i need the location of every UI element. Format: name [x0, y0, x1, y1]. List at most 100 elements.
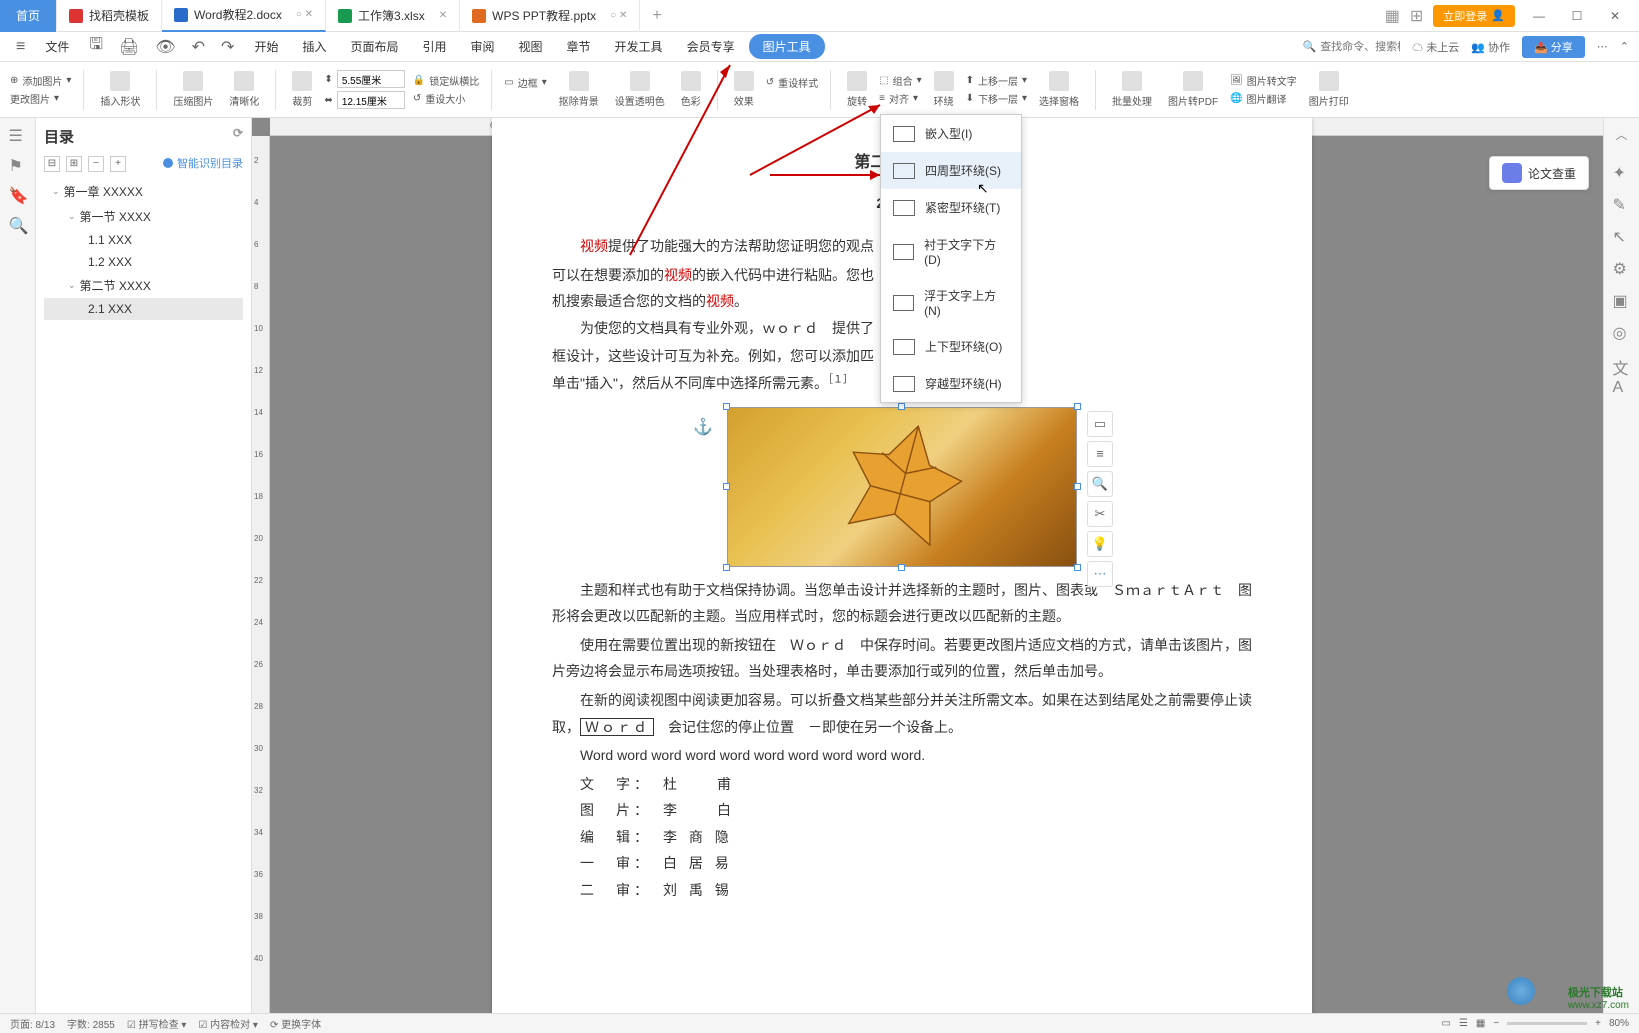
send-backward[interactable]: ⬇ 下移一层 ▾ [966, 91, 1027, 106]
resize-handle[interactable] [723, 403, 730, 410]
login-button[interactable]: 立即登录👤 [1433, 5, 1515, 27]
word-count[interactable]: 字数: 2855 [67, 1016, 115, 1031]
color[interactable]: 色彩 [677, 71, 705, 108]
width-input[interactable] [337, 70, 405, 88]
zoom-in[interactable]: + [1595, 1018, 1601, 1029]
tab-excel[interactable]: 工作簿3.xlsx✕ [326, 0, 460, 32]
effect[interactable]: 效果 [730, 71, 758, 108]
menu-file[interactable]: 文件 [35, 34, 79, 59]
remove-bg[interactable]: 抠除背景 [555, 71, 603, 108]
tab-home[interactable]: 首页 [0, 0, 57, 32]
batch[interactable]: 批量处理 [1108, 71, 1156, 108]
print-icon[interactable]: 🖨 [113, 37, 145, 57]
minimize-button[interactable]: — [1525, 9, 1553, 23]
sharpen-image[interactable]: 清晰化 [225, 71, 263, 108]
flag-icon[interactable]: ⚑ [9, 156, 27, 174]
wrap-option[interactable]: 紧密型环绕(T) [881, 189, 1021, 226]
grid-icon[interactable]: ▦ [1385, 6, 1400, 26]
undo-icon[interactable]: ↶ [186, 37, 211, 57]
menu-references[interactable]: 引用 [412, 34, 456, 59]
wrap-option[interactable]: 穿越型环绕(H) [881, 365, 1021, 402]
reset-style[interactable]: ↺ 重设样式 [766, 75, 818, 90]
selection-pane[interactable]: 选择窗格 [1035, 71, 1083, 108]
resize-handle[interactable] [1074, 564, 1081, 571]
wrap-option[interactable]: 嵌入型(I) [881, 115, 1021, 152]
more-icon[interactable]: ⋯ [1597, 40, 1608, 53]
zoom-level[interactable]: 80% [1609, 1018, 1629, 1029]
toc-item[interactable]: ⌄第二节 XXXX [44, 273, 243, 298]
tab-close[interactable]: ✕ [439, 10, 447, 21]
settings-icon[interactable]: ⚙ [1613, 259, 1631, 277]
content-check[interactable]: ☑ 内容检对 ▾ [198, 1016, 258, 1031]
crop-tool-icon[interactable]: ✂ [1087, 501, 1113, 527]
toc-item[interactable]: 2.1 XXX [44, 298, 243, 320]
to-pdf[interactable]: 图片转PDF [1164, 71, 1222, 108]
vertical-ruler[interactable]: 246810121416182022242628303234363840 [252, 136, 270, 1013]
resize-handle[interactable] [898, 564, 905, 571]
resize-handle[interactable] [1074, 483, 1081, 490]
print-image[interactable]: 图片打印 [1305, 71, 1353, 108]
tab-ppt[interactable]: WPS PPT教程.pptx○ ✕ [460, 0, 640, 32]
view-mode-icon[interactable]: ▦ [1476, 1018, 1485, 1029]
cloud-status[interactable]: ☁ 未上云 [1412, 39, 1459, 55]
zoom-slider[interactable] [1507, 1022, 1587, 1025]
preview-icon[interactable]: 👁 [149, 37, 181, 57]
expand-all[interactable]: ⊞ [66, 156, 82, 172]
menu-insert[interactable]: 插入 [292, 34, 336, 59]
apps-icon[interactable]: ⊞ [1410, 6, 1423, 26]
insert-shape[interactable]: 插入形状 [96, 71, 144, 108]
toc-item[interactable]: ⌄第一章 XXXXX [44, 179, 243, 204]
menu-review[interactable]: 审阅 [461, 34, 505, 59]
outline-icon[interactable]: ☰ [9, 126, 27, 144]
wrap-option[interactable]: 浮于文字上方(N) [881, 277, 1021, 328]
height-input[interactable] [337, 91, 405, 109]
compress-image[interactable]: 压缩图片 [169, 71, 217, 108]
toc-item[interactable]: 1.1 XXX [44, 229, 243, 251]
menu-dev[interactable]: 开发工具 [605, 34, 673, 59]
crop[interactable]: 裁剪 [288, 71, 316, 108]
toc-expand[interactable]: + [110, 156, 126, 172]
to-text[interactable]: 🖼 图片转文字 [1230, 73, 1297, 88]
combine[interactable]: ⬚ 组合 ▾ [879, 73, 921, 88]
more-tool-icon[interactable]: ⋯ [1087, 561, 1113, 587]
tab-add[interactable]: + [640, 7, 673, 25]
layout-tool-icon[interactable]: ≡ [1087, 441, 1113, 467]
tab-close[interactable]: ○ ✕ [296, 9, 313, 20]
collapse-icon[interactable]: ︿ [1615, 126, 1627, 143]
expand-icon[interactable]: ⌃ [1620, 40, 1629, 53]
change-image[interactable]: 更改图片 ▾ [10, 91, 71, 106]
reset-size[interactable]: ↺ 重设大小 [413, 91, 479, 106]
menu-view[interactable]: 视图 [509, 34, 553, 59]
add-image[interactable]: ⊕ 添加图片 ▾ [10, 73, 71, 88]
smart-toc[interactable]: 智能识别目录 [163, 155, 243, 171]
menu-layout[interactable]: 页面布局 [340, 34, 408, 59]
rotate[interactable]: 旋转 [843, 71, 871, 108]
search-input[interactable] [1320, 41, 1400, 53]
border[interactable]: ▭ 边框 ▾ [504, 75, 546, 90]
layers-icon[interactable]: ▣ [1613, 291, 1631, 309]
page-indicator[interactable]: 页面: 8/13 [10, 1016, 55, 1031]
resize-handle[interactable] [723, 564, 730, 571]
toc-item[interactable]: ⌄第一节 XXXX [44, 204, 243, 229]
sparkle-icon[interactable]: ✦ [1613, 163, 1631, 181]
refresh-icon[interactable]: ⟳ [233, 126, 243, 147]
resize-handle[interactable] [723, 483, 730, 490]
tab-close[interactable]: ○ ✕ [610, 10, 627, 21]
wrap-option[interactable]: 四周型环绕(S) [881, 152, 1021, 189]
cursor-icon[interactable]: ↖ [1613, 227, 1631, 245]
toc-collapse[interactable]: − [88, 156, 104, 172]
collab-button[interactable]: 👥 协作 [1471, 39, 1510, 55]
menu-chapter[interactable]: 章节 [557, 34, 601, 59]
menu-icon[interactable]: ≡ [10, 38, 31, 56]
zoom-tool-icon[interactable]: 🔍 [1087, 471, 1113, 497]
translate[interactable]: 🌐 图片翻译 [1230, 91, 1297, 106]
command-search[interactable]: 🔍 [1302, 40, 1400, 53]
lock-ratio[interactable]: 🔒 锁定纵横比 [413, 73, 479, 88]
image-selection[interactable]: ⚓ [727, 407, 1077, 567]
font-replace[interactable]: ⟳ 更换字体 [270, 1016, 321, 1031]
pen-icon[interactable]: ✎ [1613, 195, 1631, 213]
plagiarism-check[interactable]: 论文查重 [1489, 156, 1589, 190]
bookmark-icon[interactable]: 🔖 [9, 186, 27, 204]
view-mode-icon[interactable]: ▭ [1441, 1018, 1450, 1029]
wrap-option[interactable]: 衬于文字下方(D) [881, 226, 1021, 277]
